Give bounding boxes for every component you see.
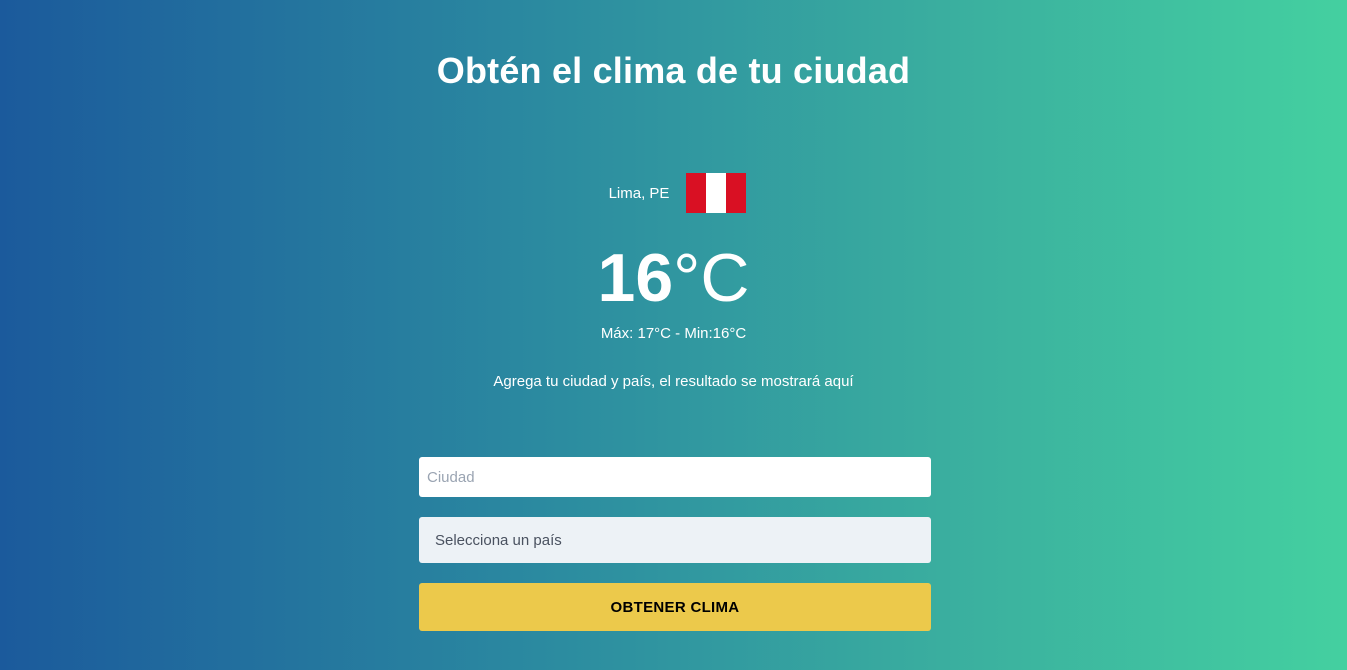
page-title: Obtén el clima de tu ciudad: [436, 50, 911, 91]
weather-form: Selecciona un país OBTENER CLIMA: [419, 457, 931, 631]
country-select-value: Selecciona un país: [435, 531, 562, 549]
min-max-temperature: Máx: 17°C - Min:16°C: [600, 325, 747, 342]
country-select[interactable]: Selecciona un país: [419, 517, 931, 563]
flag-stripe-center: [706, 173, 727, 213]
city-input[interactable]: [419, 457, 931, 497]
temperature-display: 16°C: [0, 238, 1347, 318]
temperature-unit: °C: [673, 240, 750, 316]
flag-stripe-left: [686, 173, 707, 213]
temperature-value: 16: [597, 240, 674, 316]
location-name: Lima, PE: [608, 184, 670, 202]
flag-stripe-right: [726, 173, 747, 213]
get-weather-button[interactable]: OBTENER CLIMA: [419, 583, 931, 631]
location-row: Lima, PE: [0, 173, 1347, 213]
peru-flag-icon: [686, 173, 747, 213]
hint-text: Agrega tu ciudad y país, el resultado se…: [493, 373, 854, 390]
